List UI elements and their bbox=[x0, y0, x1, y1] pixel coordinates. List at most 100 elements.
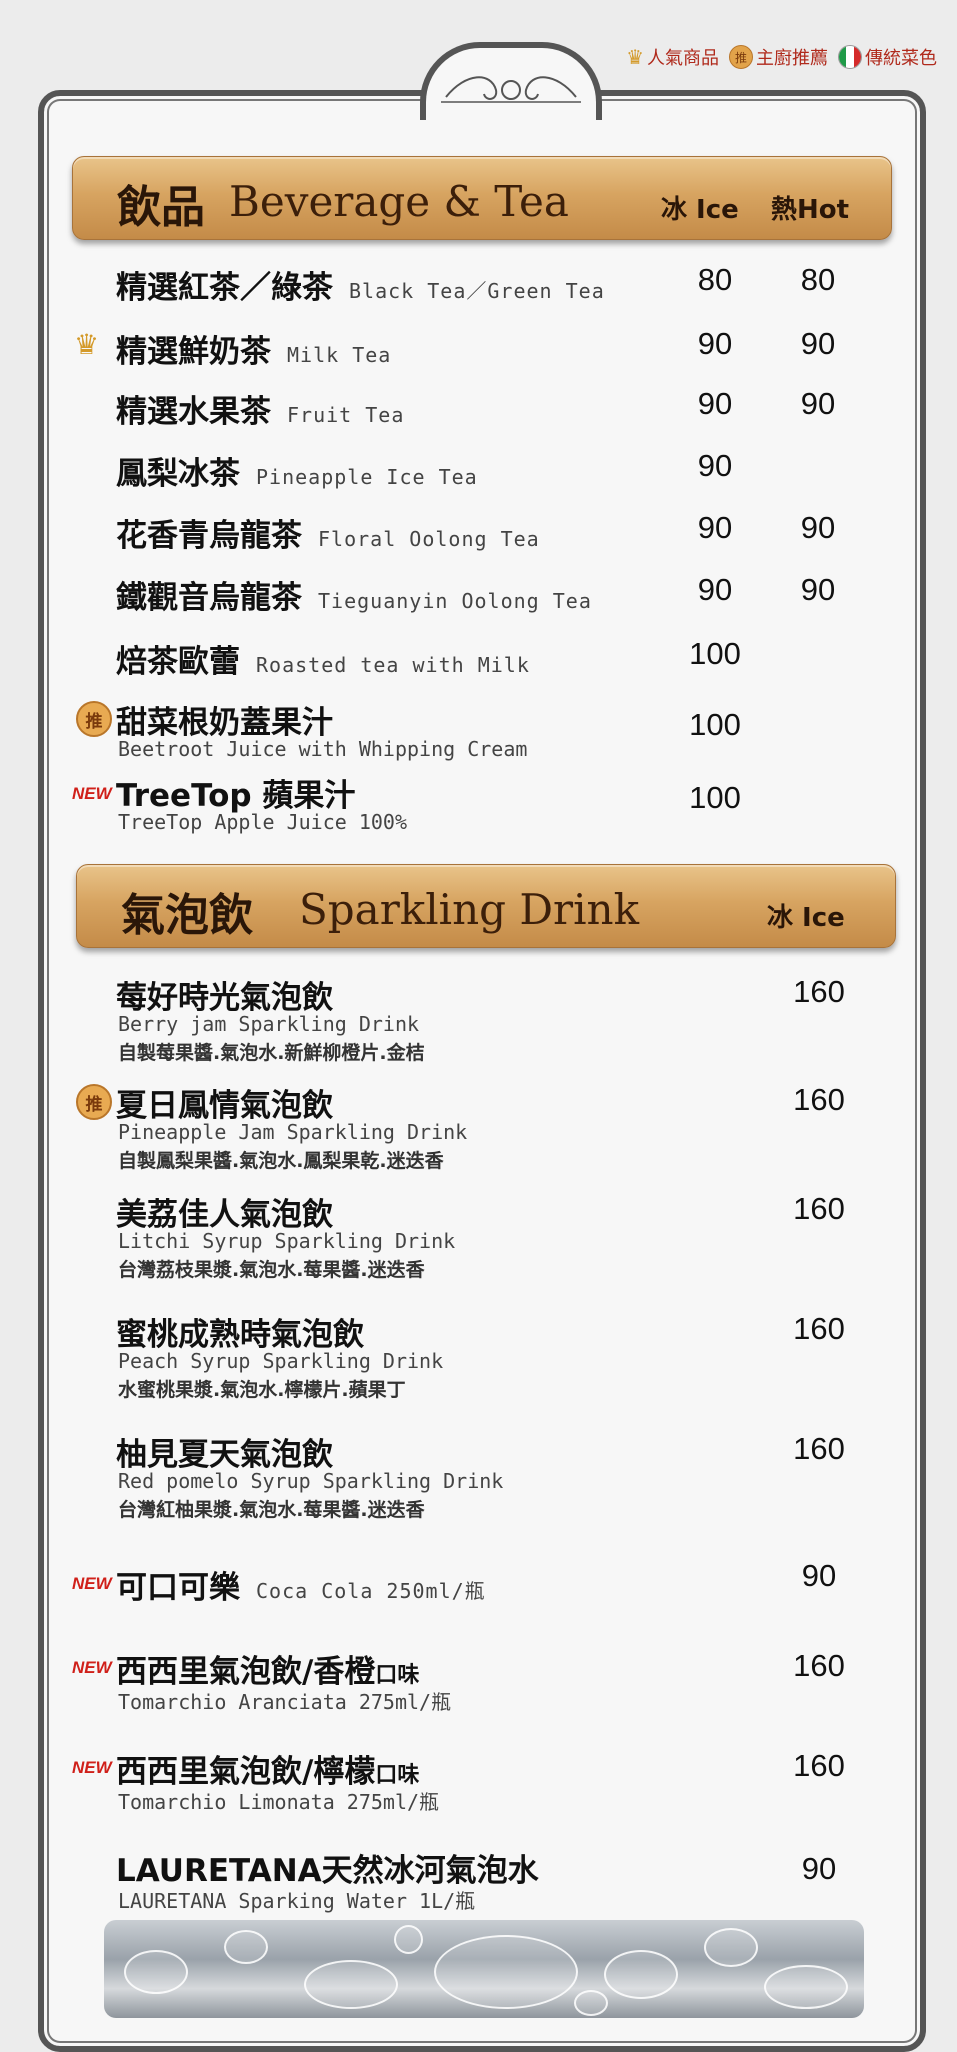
item-name: 鳳梨冰茶 Pineapple Ice Tea bbox=[116, 448, 478, 493]
new-badge: NEW bbox=[72, 1574, 112, 1593]
item-name-cn: 可口可樂 bbox=[116, 1570, 240, 1606]
item-name-suffix: 口味 bbox=[375, 1763, 420, 1788]
item-name: 鐵觀音烏龍茶 Tieguanyin Oolong Tea bbox=[116, 572, 592, 617]
ice-column-label: 冰 Ice bbox=[767, 903, 845, 933]
price-ice: 160 bbox=[793, 1311, 845, 1346]
item-name: 精選水果茶 Fruit Tea bbox=[116, 386, 404, 431]
hot-column-label: 熱Hot bbox=[771, 195, 850, 225]
price-hot: 90 bbox=[800, 510, 836, 545]
new-badge: NEW bbox=[72, 1758, 112, 1777]
item-name-en: Roasted tea with Milk bbox=[256, 653, 530, 677]
item-name-en: Pineapple Jam Sparkling Drink bbox=[118, 1120, 468, 1144]
price-hot: 90 bbox=[800, 572, 836, 607]
item-name: 西西里氣泡飲/檸檬口味 bbox=[116, 1746, 419, 1791]
item-name-en: Floral Oolong Tea bbox=[318, 527, 540, 551]
price-ice: 90 bbox=[801, 1558, 837, 1593]
item-name-en: Coca Cola 250ml/瓶 bbox=[256, 1579, 486, 1603]
price-ice: 160 bbox=[793, 1191, 845, 1226]
ice-column-label: 冰 Ice bbox=[661, 195, 739, 225]
item-name-cn: 精選鮮奶茶 bbox=[116, 334, 271, 370]
item-name-en: Fruit Tea bbox=[287, 403, 405, 427]
item-name: 焙茶歐蕾 Roasted tea with Milk bbox=[116, 636, 530, 681]
item-ingredients: 自製莓果醬.氣泡水.新鮮柳橙片.金桔 bbox=[118, 1042, 425, 1064]
price-ice: 100 bbox=[689, 707, 741, 742]
price-ice: 100 bbox=[689, 780, 741, 815]
item-name-cn: 柚見夏天氣泡飲 bbox=[116, 1437, 333, 1473]
item-name-en: Black Tea／Green Tea bbox=[349, 279, 605, 303]
beverage-title-cn: 飲品 bbox=[117, 182, 205, 233]
price-ice: 160 bbox=[793, 1748, 845, 1783]
item-name-en: Peach Syrup Sparkling Drink bbox=[118, 1349, 444, 1373]
legend-chef: 推 主廚推薦 bbox=[729, 44, 828, 70]
price-ice: 160 bbox=[793, 974, 845, 1009]
sparkling-water-bubbles-image bbox=[104, 1920, 864, 2018]
sparkling-title-cn: 氣泡飲 bbox=[121, 890, 253, 941]
item-name-cn: 鳳梨冰茶 bbox=[116, 456, 240, 492]
price-ice: 90 bbox=[801, 1851, 837, 1886]
item-name-cn: 西西里氣泡飲/檸檬 bbox=[116, 1754, 376, 1790]
legend: ♛ 人氣商品 推 主廚推薦 傳統菜色 bbox=[620, 44, 937, 70]
item-name-cn: 甜菜根奶蓋果汁 bbox=[116, 705, 333, 741]
item-ingredients: 台灣荔枝果漿.氣泡水.莓果醬.迷迭香 bbox=[118, 1259, 425, 1281]
item-name-cn: LAURETANA天然冰河氣泡水 bbox=[116, 1853, 539, 1889]
item-name-cn: 夏日鳳情氣泡飲 bbox=[116, 1088, 333, 1124]
price-ice: 160 bbox=[793, 1431, 845, 1466]
item-name-en: Tieguanyin Oolong Tea bbox=[318, 589, 592, 613]
price-ice: 100 bbox=[689, 636, 741, 671]
item-name: 可口可樂 Coca Cola 250ml/瓶 bbox=[116, 1562, 486, 1607]
item-ingredients: 台灣紅柚果漿.氣泡水.莓果醬.迷迭香 bbox=[118, 1499, 425, 1521]
price-ice: 90 bbox=[697, 326, 733, 361]
item-name-suffix: 口味 bbox=[375, 1663, 420, 1688]
sparkling-title-en: Sparkling Drink bbox=[299, 885, 640, 934]
legend-chef-label: 主廚推薦 bbox=[756, 48, 828, 69]
item-name-cn: 蜜桃成熟時氣泡飲 bbox=[116, 1317, 364, 1353]
price-hot: 80 bbox=[800, 262, 836, 297]
item-name-en: Pineapple Ice Tea bbox=[256, 465, 478, 489]
price-ice: 90 bbox=[697, 510, 733, 545]
chef-recommend-icon: 推 bbox=[76, 1084, 112, 1120]
sparkling-section-header: 氣泡飲 Sparkling Drink 冰 Ice bbox=[76, 864, 896, 948]
item-ingredients: 水蜜桃果漿.氣泡水.檸檬片.蘋果丁 bbox=[118, 1379, 406, 1401]
item-name-en: Litchi Syrup Sparkling Drink bbox=[118, 1229, 456, 1253]
item-name: 西西里氣泡飲/香橙口味 bbox=[116, 1646, 419, 1691]
item-name-en: LAURETANA Sparking Water 1L/瓶 bbox=[118, 1889, 476, 1913]
price-ice: 90 bbox=[697, 572, 733, 607]
price-ice: 90 bbox=[697, 386, 733, 421]
item-name: 精選鮮奶茶 Milk Tea bbox=[116, 326, 391, 371]
scroll-ornament-icon bbox=[441, 76, 581, 103]
item-name-en: Tomarchio Aranciata 275ml/瓶 bbox=[118, 1690, 452, 1714]
item-name-cn: 精選水果茶 bbox=[116, 394, 271, 430]
italy-flag-icon bbox=[838, 45, 862, 69]
item-name-cn: 鐵觀音烏龍茶 bbox=[116, 580, 302, 616]
price-ice: 80 bbox=[697, 262, 733, 297]
item-name-cn: 花香青烏龍茶 bbox=[116, 518, 302, 554]
item-name-en: Milk Tea bbox=[287, 343, 392, 367]
legend-popular: ♛ 人氣商品 bbox=[626, 44, 719, 70]
chef-recommend-icon: 推 bbox=[76, 701, 112, 737]
item-name-en: Red pomelo Syrup Sparkling Drink bbox=[118, 1469, 504, 1493]
item-name-cn: 西西里氣泡飲/香橙 bbox=[116, 1654, 376, 1690]
frame-crest-ornament bbox=[420, 42, 602, 120]
price-hot: 90 bbox=[800, 326, 836, 361]
item-name-cn: 精選紅茶／綠茶 bbox=[116, 270, 333, 306]
item-name-cn: 莓好時光氣泡飲 bbox=[116, 980, 333, 1016]
item-name-cn: 美荔佳人氣泡飲 bbox=[116, 1197, 333, 1233]
crown-icon: ♛ bbox=[626, 45, 644, 69]
price-ice: 160 bbox=[793, 1648, 845, 1683]
item-name-cn: 焙茶歐蕾 bbox=[116, 644, 240, 680]
price-ice: 90 bbox=[697, 448, 733, 483]
legend-popular-label: 人氣商品 bbox=[647, 48, 719, 69]
legend-traditional-label: 傳統菜色 bbox=[865, 48, 937, 69]
beverage-title-en: Beverage & Tea bbox=[229, 177, 569, 226]
crown-icon: ♛ bbox=[74, 328, 100, 361]
item-name-en: TreeTop Apple Juice 100% bbox=[118, 810, 407, 834]
item-name-en: Tomarchio Limonata 275ml/瓶 bbox=[118, 1790, 440, 1814]
item-ingredients: 自製鳳梨果醬.氣泡水.鳳梨果乾.迷迭香 bbox=[118, 1150, 444, 1172]
new-badge: NEW bbox=[72, 784, 112, 803]
item-name-en: Beetroot Juice with Whipping Cream bbox=[118, 737, 528, 761]
item-name: 花香青烏龍茶 Floral Oolong Tea bbox=[116, 510, 540, 555]
beverage-section-header: 飲品 Beverage & Tea 冰 Ice 熱Hot bbox=[72, 156, 892, 240]
price-ice: 160 bbox=[793, 1082, 845, 1117]
item-name: 精選紅茶／綠茶 Black Tea／Green Tea bbox=[116, 262, 605, 307]
item-name-cn: TreeTop 蘋果汁 bbox=[116, 778, 356, 814]
